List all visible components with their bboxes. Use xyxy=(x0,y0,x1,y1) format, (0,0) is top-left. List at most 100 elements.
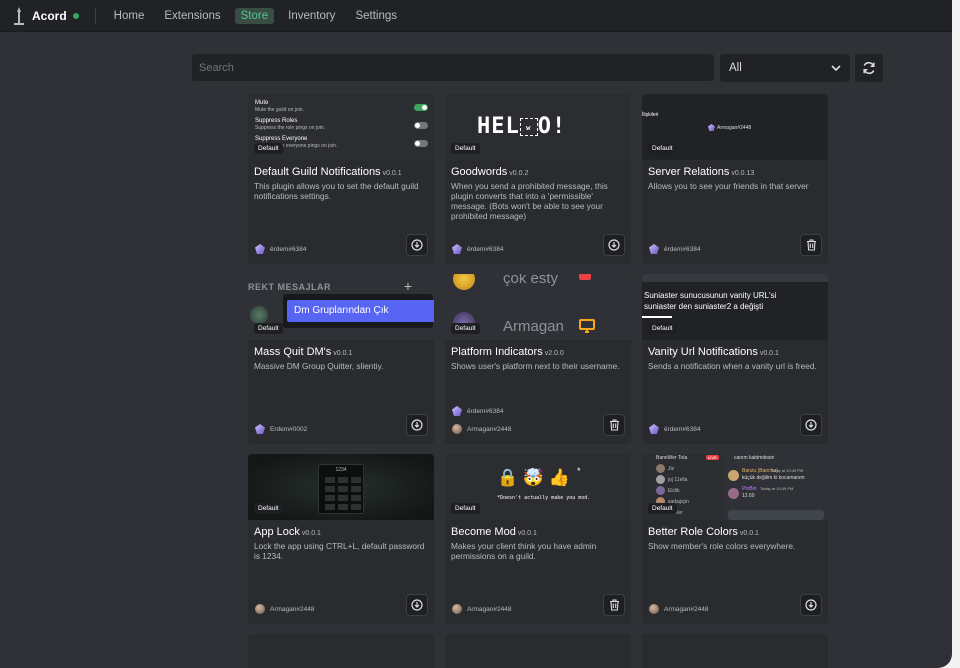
emoji-row: 🔒 🤯 👍 xyxy=(497,468,570,487)
download-button[interactable] xyxy=(406,594,428,616)
plugin-title: Default Guild Notifications v0.0.1 xyxy=(254,166,402,178)
key xyxy=(338,495,348,501)
default-badge: Default xyxy=(451,323,480,334)
tab-settings[interactable]: Settings xyxy=(349,8,403,24)
download-icon xyxy=(805,419,817,431)
default-badge: Default xyxy=(254,323,283,334)
asterisk: * xyxy=(577,466,581,476)
divider xyxy=(94,7,96,24)
live-badge: LIVE xyxy=(706,455,719,460)
plugin-title: Platform Indicators v2.0.0 xyxy=(451,346,564,358)
avatar xyxy=(255,424,265,434)
notification-line: Suniaster sunucusunun vanity URL'si xyxy=(644,291,777,300)
delete-button[interactable] xyxy=(603,414,625,436)
plugin-card: Mute Mute the guild on join. Suppress Ro… xyxy=(248,94,434,264)
avatar xyxy=(452,244,462,254)
hello-end: O! xyxy=(537,114,567,139)
setting-label: Suppress Everyone xyxy=(255,136,308,142)
avatar xyxy=(656,464,665,473)
setting-row: Mute Mute the guild on join. xyxy=(255,100,304,114)
plugin-description: Allows you to see your friends in that s… xyxy=(648,181,809,191)
plugin-name: Become Mod xyxy=(451,526,516,538)
download-button[interactable] xyxy=(406,414,428,436)
plugin-name: Mass Quit DM's xyxy=(254,346,332,358)
default-badge: Default xyxy=(648,323,677,334)
mobile-platform-icon xyxy=(579,274,591,280)
plugin-version: v0.0.1 xyxy=(301,530,321,537)
plugin-card xyxy=(248,634,434,668)
delete-button[interactable] xyxy=(603,594,625,616)
plugin-card: Suniaster sunucusunun vanity URL'si suni… xyxy=(642,274,828,444)
download-icon xyxy=(411,239,423,251)
plugin-author: Armagan#2448 xyxy=(649,604,708,614)
key xyxy=(351,486,361,492)
download-button[interactable] xyxy=(800,594,822,616)
plugin-description: When you send a prohibited message, this… xyxy=(451,181,608,221)
plugin-author: Armagan#2448 xyxy=(452,424,511,434)
plugin-card xyxy=(642,634,828,668)
avatar xyxy=(649,604,659,614)
download-icon xyxy=(805,599,817,611)
avatar xyxy=(453,274,475,290)
toggle-switch xyxy=(414,140,428,147)
avatar xyxy=(452,406,462,416)
author-name: ërdem#6384 xyxy=(467,407,504,415)
plugin-description: Sends a notification when a vanity url i… xyxy=(648,361,817,371)
author-name: ërdem#6384 xyxy=(270,245,307,253)
plugin-title: App Lock v0.0.1 xyxy=(254,526,321,538)
plugin-name: Server Relations xyxy=(648,166,730,178)
message-input xyxy=(728,510,824,520)
default-badge: Default xyxy=(648,503,677,514)
download-button[interactable] xyxy=(603,234,625,256)
filter-dropdown[interactable]: All xyxy=(720,54,850,82)
search-input[interactable] xyxy=(192,54,714,81)
key xyxy=(351,495,361,501)
plugin-author: Armagan#2448 xyxy=(255,604,314,614)
avatar xyxy=(728,470,739,481)
username: çok esty xyxy=(503,274,559,287)
default-badge: Default xyxy=(254,143,283,154)
top-bar: Acord Home Extensions Store Inventory Se… xyxy=(0,0,952,32)
plugin-name: Platform Indicators xyxy=(451,346,543,358)
online-status-dot xyxy=(72,12,79,19)
tab-inventory[interactable]: Inventory xyxy=(282,8,341,24)
plugin-version: v0.0.1 xyxy=(382,170,402,177)
plugin-title: Mass Quit DM's v0.0.1 xyxy=(254,346,352,358)
message-author: PinBin xyxy=(742,486,757,492)
download-button[interactable] xyxy=(406,234,428,256)
message-text: 12.60 xyxy=(742,493,755,499)
refresh-button[interactable] xyxy=(855,54,883,82)
context-menu-item: Dm Gruplarından Çık xyxy=(287,300,434,322)
avatar xyxy=(255,244,265,254)
plugin-name: Goodwords xyxy=(451,166,508,178)
toggle-switch xyxy=(414,104,428,111)
key xyxy=(338,504,348,510)
delete-button[interactable] xyxy=(800,234,822,256)
tab-store[interactable]: Store xyxy=(234,7,275,24)
plugin-description: Lock the app using CTRL+L, default passw… xyxy=(254,541,425,561)
tab-extensions[interactable]: Extensions xyxy=(158,8,226,24)
chip-name: Armagan#2448 xyxy=(717,124,752,131)
download-button[interactable] xyxy=(800,414,822,436)
plugin-card: REKT MESAJLAR + Dm Gruplarından Çık Defa… xyxy=(248,274,434,444)
hello-start: HEL xyxy=(477,114,520,139)
plugin-card xyxy=(445,634,631,668)
plugin-author: Armagan#2448 xyxy=(452,604,511,614)
avatar xyxy=(649,424,659,434)
window-strip xyxy=(642,274,828,282)
plugin-version: v0.0.2 xyxy=(509,170,529,177)
plugin-title: Goodwords v0.0.2 xyxy=(451,166,528,178)
plugin-description: Shows user's platform next to their user… xyxy=(451,361,620,371)
plugin-version: v0.0.1 xyxy=(517,530,537,537)
default-badge: Default xyxy=(451,143,480,154)
key xyxy=(325,477,335,483)
member-name: joj 11ella xyxy=(668,477,688,483)
setting-label: Mute xyxy=(255,100,269,106)
plugin-title: Vanity Url Notifications v0.0.1 xyxy=(648,346,779,358)
tab-home[interactable]: Home xyxy=(108,8,151,24)
default-badge: Default xyxy=(648,143,677,154)
key xyxy=(325,486,335,492)
plus-icon: + xyxy=(403,278,412,294)
key xyxy=(351,477,361,483)
key xyxy=(351,504,361,510)
